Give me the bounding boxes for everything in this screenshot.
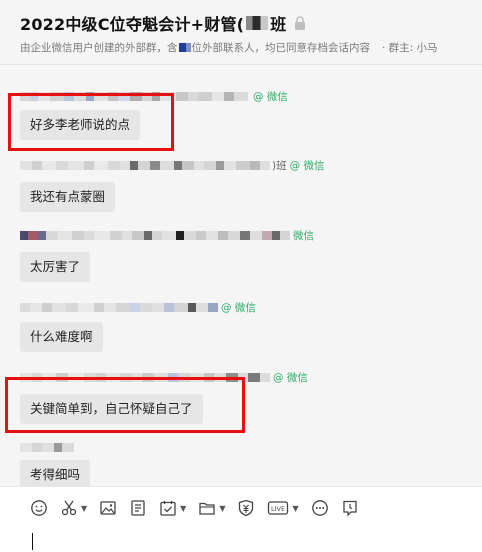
red-packet-button[interactable] bbox=[237, 499, 255, 517]
emoji-icon bbox=[31, 500, 47, 516]
composer: ▼ ▼ ▼ LIVE ▼ bbox=[0, 486, 482, 552]
group-subtitle: 由企业微信用户创建的外部群，含 位外部联系人，均已同意存档会话内容 · 群主: … bbox=[20, 40, 438, 55]
wechat-tag: 微信 bbox=[293, 229, 314, 242]
chevron-down-icon[interactable]: ▼ bbox=[180, 504, 186, 513]
redacted-text bbox=[246, 16, 269, 30]
folder-icon bbox=[199, 502, 215, 515]
more-button[interactable] bbox=[311, 499, 329, 517]
sender-line[interactable]: 微信 bbox=[20, 228, 314, 242]
document-button[interactable] bbox=[129, 499, 147, 517]
schedule-icon bbox=[160, 501, 176, 516]
schedule-button[interactable]: ▼ bbox=[159, 499, 186, 517]
chevron-down-icon[interactable]: ▼ bbox=[292, 504, 298, 513]
wechat-tag: @ 微信 bbox=[273, 371, 308, 384]
history-button[interactable] bbox=[341, 499, 359, 517]
sender-line[interactable]: @ 微信 bbox=[20, 300, 256, 314]
wechat-tag: @ 微信 bbox=[253, 90, 288, 103]
sender-line[interactable]: )班 @ 微信 bbox=[20, 158, 324, 172]
message-bubble[interactable]: 考得细吗 bbox=[20, 460, 91, 486]
message-input[interactable] bbox=[30, 527, 464, 551]
more-icon bbox=[311, 500, 328, 516]
message-list[interactable]: @ 微信 好多李老师说的点 )班 @ 微信 我还有点蒙圈 微信 太厉害了 @ 微… bbox=[0, 65, 482, 486]
redacted-sender-name bbox=[20, 302, 218, 312]
image-button[interactable] bbox=[99, 499, 117, 517]
redacted-sender-name bbox=[20, 442, 74, 452]
highlight-box bbox=[5, 377, 245, 433]
live-button[interactable]: LIVE ▼ bbox=[267, 499, 299, 517]
svg-text:LIVE: LIVE bbox=[271, 505, 285, 513]
chevron-down-icon[interactable]: ▼ bbox=[219, 504, 225, 513]
live-icon: LIVE bbox=[268, 501, 289, 515]
message-bubble[interactable]: 什么难度啊 bbox=[20, 322, 103, 352]
screenshot-button[interactable]: ▼ bbox=[60, 499, 87, 517]
sender-line[interactable] bbox=[20, 440, 74, 454]
group-title-suffix: 班 bbox=[270, 15, 287, 34]
highlight-box bbox=[8, 93, 174, 151]
message-bubble[interactable]: 我还有点蒙圈 bbox=[20, 182, 116, 212]
image-icon bbox=[100, 501, 116, 515]
subtitle-text-after: 位外部联系人，均已同意存档会话内容 bbox=[191, 42, 371, 54]
folder-button[interactable]: ▼ bbox=[198, 499, 225, 517]
scissors-icon bbox=[61, 500, 77, 516]
sender-name-tail: )班 bbox=[272, 159, 287, 172]
history-icon bbox=[342, 500, 357, 517]
emoji-button[interactable] bbox=[30, 499, 48, 517]
redacted-sender-name bbox=[20, 160, 270, 170]
redacted-count bbox=[178, 43, 191, 52]
document-icon bbox=[131, 500, 145, 516]
chevron-down-icon[interactable]: ▼ bbox=[81, 504, 87, 513]
subtitle-text-before: 由企业微信用户创建的外部群，含 bbox=[20, 42, 178, 54]
text-cursor bbox=[32, 533, 33, 550]
red-packet-icon bbox=[239, 499, 254, 517]
wechat-tag: @ 微信 bbox=[221, 301, 256, 314]
chat-header: 2022中级C位夺魁会计+财管( 班 由企业微信用户创建的外部群，含 位外部联系… bbox=[0, 0, 482, 65]
wechat-tag: @ 微信 bbox=[289, 159, 325, 172]
title-row: 2022中级C位夺魁会计+财管( 班 bbox=[20, 10, 306, 36]
group-title: 2022中级C位夺魁会计+财管( bbox=[20, 15, 245, 34]
message-bubble[interactable]: 太厉害了 bbox=[20, 252, 91, 282]
lock-icon bbox=[295, 16, 306, 30]
composer-toolbar: ▼ ▼ ▼ LIVE ▼ bbox=[30, 499, 371, 517]
group-owner[interactable]: · 群主: 小马 bbox=[382, 40, 438, 55]
redacted-sender-name bbox=[20, 230, 290, 240]
